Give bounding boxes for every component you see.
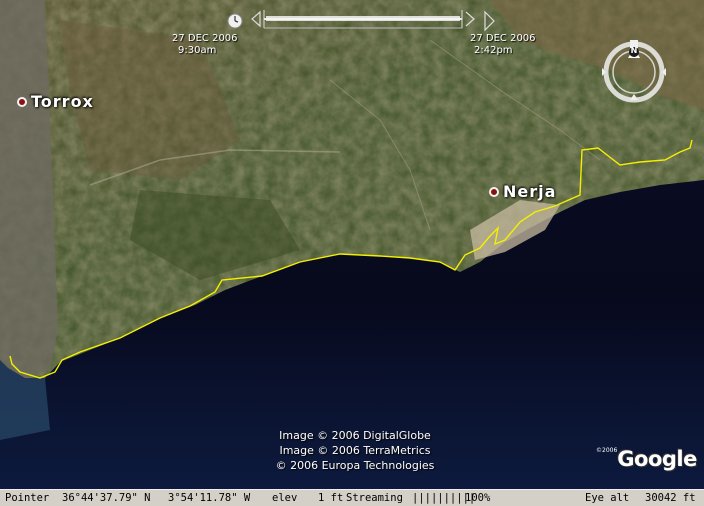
- time-start-label: 27 DEC 2006 9:30am: [172, 33, 238, 57]
- place-dot-icon: [17, 96, 27, 107]
- eye-alt-label: Eye alt: [585, 492, 630, 504]
- imagery-attribution: Image © 2006 DigitalGlobe Image © 2006 T…: [255, 428, 455, 473]
- streaming-label: Streaming: [346, 492, 403, 504]
- attribution-line: Image © 2006 TerraMetrics: [279, 444, 431, 457]
- elev-value: 1 ft: [318, 492, 344, 504]
- streaming-percent: 100%: [465, 492, 491, 504]
- map-view[interactable]: 27 DEC 2006 9:30am 27 DEC 2006 2:42pm N …: [0, 0, 704, 489]
- attribution-line: © 2006 Europa Technologies: [275, 459, 435, 472]
- time-start-date: 27 DEC 2006: [172, 33, 238, 44]
- time-end-label: 27 DEC 2006 2:42pm: [470, 33, 536, 57]
- elev-label: elev: [272, 492, 298, 504]
- place-torrox[interactable]: Torrox: [17, 92, 94, 111]
- compass-north-label: N: [630, 46, 638, 55]
- attribution-line: Image © 2006 DigitalGlobe: [279, 429, 431, 442]
- place-nerja[interactable]: Nerja: [489, 182, 556, 201]
- play-icon: [484, 10, 495, 32]
- time-end-time: 2:42pm: [474, 45, 513, 56]
- eye-alt-value: 30042 ft: [645, 492, 696, 504]
- time-end-date: 27 DEC 2006: [470, 33, 536, 44]
- pointer-label: Pointer: [5, 492, 50, 504]
- pointer-latitude: 36°44'37.79" N: [62, 492, 151, 504]
- compass[interactable]: N: [600, 38, 668, 106]
- slider-left-arrow-icon: [251, 10, 261, 28]
- logo-text: Google: [617, 447, 697, 471]
- time-slider-graphic: [227, 10, 495, 32]
- time-slider[interactable]: [226, 8, 498, 36]
- logo-year: ©2006: [596, 447, 618, 454]
- place-dot-icon: [489, 186, 499, 197]
- place-name: Torrox: [31, 92, 94, 111]
- time-start-time: 9:30am: [178, 45, 217, 56]
- google-logo: ©2006Google: [596, 447, 697, 471]
- pointer-longitude: 3°54'11.78" W: [168, 492, 251, 504]
- place-name: Nerja: [503, 182, 557, 201]
- satellite-imagery: [0, 0, 704, 489]
- status-bar: Pointer 36°44'37.79" N 3°54'11.78" W ele…: [0, 489, 704, 506]
- slider-right-arrow-icon: [465, 11, 475, 27]
